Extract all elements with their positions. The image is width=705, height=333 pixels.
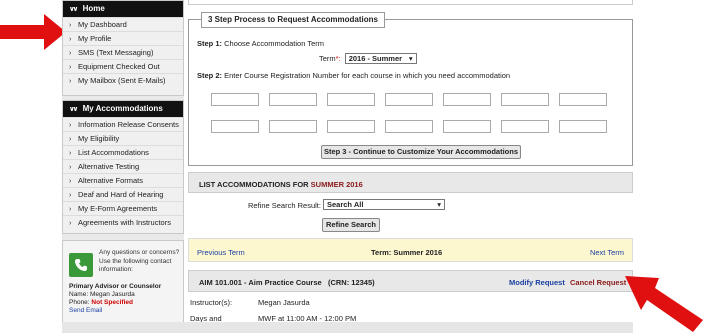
course-title: AIM 101.001 - Aim Practice Course (CRN: … bbox=[199, 278, 375, 287]
accommodations-panel-title: My Accommodations bbox=[82, 104, 163, 113]
list-accommodations-header: LIST ACCOMMODATIONS FOR SUMMER 2016 bbox=[188, 172, 633, 193]
pointer-arrow-right bbox=[625, 276, 703, 332]
chevron-right-icon: › bbox=[69, 64, 72, 71]
send-email-link[interactable]: Send Email bbox=[69, 307, 102, 314]
steps-legend: 3 Step Process to Request Accommodations bbox=[201, 12, 385, 28]
required-marker: *: bbox=[335, 54, 341, 63]
dropdown-arrow-icon: ▾ bbox=[408, 54, 413, 63]
chevron-right-icon: › bbox=[69, 22, 72, 29]
sidebar-item-alt-formats[interactable]: › Alternative Formats bbox=[63, 173, 183, 187]
sidebar-item-release-consents[interactable]: › Information Release Consents bbox=[63, 117, 183, 131]
sidebar-item-deaf-hoh[interactable]: › Deaf and Hard of Hearing bbox=[63, 187, 183, 201]
contact-role: Primary Advisor or Counselor bbox=[69, 283, 162, 290]
phone-icon bbox=[69, 253, 93, 277]
home-panel-title: Home bbox=[82, 4, 105, 13]
contact-question: Any questions or concerns? Use the follo… bbox=[99, 249, 180, 273]
contact-phone-label: Phone: bbox=[69, 299, 90, 306]
sidebar-item-eform-agreements[interactable]: › My E-Form Agreements bbox=[63, 201, 183, 215]
step3-continue-button[interactable]: Step 3 - Continue to Customize Your Acco… bbox=[321, 145, 521, 159]
sidebar-item-list-accommodations[interactable]: › List Accommodations bbox=[63, 145, 183, 159]
crn-input-8[interactable] bbox=[211, 120, 259, 133]
refine-label: Refine Search Result: bbox=[248, 201, 321, 210]
next-term-link[interactable]: Next Term bbox=[590, 248, 624, 257]
bottom-strip bbox=[62, 322, 633, 333]
chevron-right-icon: › bbox=[69, 192, 72, 199]
step1-row: Step 1: Choose Accommodation Term bbox=[197, 39, 325, 48]
sidebar-item-my-dashboard[interactable]: › My Dashboard bbox=[63, 17, 183, 31]
refine-search-button[interactable]: Refine Search bbox=[322, 218, 380, 232]
crn-input-9[interactable] bbox=[269, 120, 317, 133]
chevron-right-icon: › bbox=[69, 122, 72, 129]
pointer-arrow-left bbox=[0, 14, 66, 50]
instructor-label: Instructor(s): bbox=[190, 298, 233, 307]
sidebar-item-mailbox[interactable]: › My Mailbox (Sent E-Mails) bbox=[63, 73, 183, 87]
crn-input-4[interactable] bbox=[385, 93, 433, 106]
crn-input-12[interactable] bbox=[443, 120, 491, 133]
course-header: AIM 101.001 - Aim Practice Course (CRN: … bbox=[188, 270, 633, 292]
chevron-right-icon: › bbox=[69, 150, 72, 157]
contact-name: Megan Jasurda bbox=[89, 291, 135, 298]
cancel-request-link[interactable]: Cancel Request bbox=[570, 278, 626, 287]
sidebar: ∨∨ Home › My Dashboard › My Profile › SMS (… bbox=[62, 0, 184, 333]
dropdown-arrow-icon: ▾ bbox=[437, 200, 441, 209]
double-chevron-down-icon: ∨∨ bbox=[69, 106, 78, 113]
sidebar-item-eligibility[interactable]: › My Eligibility bbox=[63, 131, 183, 145]
sidebar-item-sms[interactable]: › SMS (Text Messaging) bbox=[63, 45, 183, 59]
list-title: LIST ACCOMMODATIONS FOR SUMMER 2016 bbox=[199, 180, 363, 189]
accommodations-panel-header[interactable]: ∨∨ My Accommodations bbox=[63, 101, 183, 117]
crn-input-3[interactable] bbox=[327, 93, 375, 106]
refine-select[interactable]: Search All ▾ bbox=[323, 199, 445, 210]
home-panel-header[interactable]: ∨∨ Home bbox=[63, 1, 183, 17]
sidebar-item-instructor-agreements[interactable]: › Agreements with Instructors bbox=[63, 215, 183, 229]
step2-row: Step 2: Enter Course Registration Number… bbox=[197, 71, 511, 80]
crn-input-7[interactable] bbox=[559, 93, 607, 106]
term-row: Term *: 2016 - Summer ▾ bbox=[319, 53, 417, 64]
accommodations-panel: ∨∨ My Accommodations › Information Releas… bbox=[62, 100, 184, 234]
chevron-right-icon: › bbox=[69, 136, 72, 143]
crn-input-10[interactable] bbox=[327, 120, 375, 133]
crn-input-5[interactable] bbox=[443, 93, 491, 106]
chevron-right-icon: › bbox=[69, 178, 72, 185]
contact-phone: Not Specified bbox=[91, 299, 133, 306]
current-term: Term: Summer 2016 bbox=[371, 248, 443, 257]
refine-row: Refine Search Result: Search All ▾ bbox=[188, 199, 633, 213]
crn-input-13[interactable] bbox=[501, 120, 549, 133]
chevron-right-icon: › bbox=[69, 164, 72, 171]
modify-request-link[interactable]: Modify Request bbox=[509, 278, 565, 287]
term-navigation-bar: Previous Term Term: Summer 2016 Next Ter… bbox=[188, 238, 633, 262]
crn-input-2[interactable] bbox=[269, 93, 317, 106]
crn-input-14[interactable] bbox=[559, 120, 607, 133]
chevron-right-icon: › bbox=[69, 36, 72, 43]
chevron-right-icon: › bbox=[69, 220, 72, 227]
sidebar-item-equipment[interactable]: › Equipment Checked Out bbox=[63, 59, 183, 73]
term-select[interactable]: 2016 - Summer ▾ bbox=[344, 53, 417, 64]
previous-term-link[interactable]: Previous Term bbox=[197, 248, 245, 257]
double-chevron-down-icon: ∨∨ bbox=[69, 6, 78, 13]
top-panel-edge bbox=[188, 0, 633, 5]
crn-input-11[interactable] bbox=[385, 120, 433, 133]
contact-name-label: Name: bbox=[69, 291, 89, 298]
term-label: Term bbox=[319, 54, 336, 63]
request-steps-box: 3 Step Process to Request Accommodations… bbox=[188, 12, 633, 166]
sidebar-item-alt-testing[interactable]: › Alternative Testing bbox=[63, 159, 183, 173]
contact-box: Any questions or concerns? Use the follo… bbox=[62, 240, 184, 333]
chevron-right-icon: › bbox=[69, 50, 72, 57]
contact-info: Primary Advisor or Counselor Name: Megan… bbox=[69, 283, 181, 315]
sidebar-item-my-profile[interactable]: › My Profile bbox=[63, 31, 183, 45]
crn-input-6[interactable] bbox=[501, 93, 549, 106]
chevron-right-icon: › bbox=[69, 78, 72, 85]
instructor-value: Megan Jasurda bbox=[258, 298, 310, 307]
crn-input-1[interactable] bbox=[211, 93, 259, 106]
home-panel: ∨∨ Home › My Dashboard › My Profile › SMS (… bbox=[62, 0, 184, 96]
chevron-right-icon: › bbox=[69, 206, 72, 213]
